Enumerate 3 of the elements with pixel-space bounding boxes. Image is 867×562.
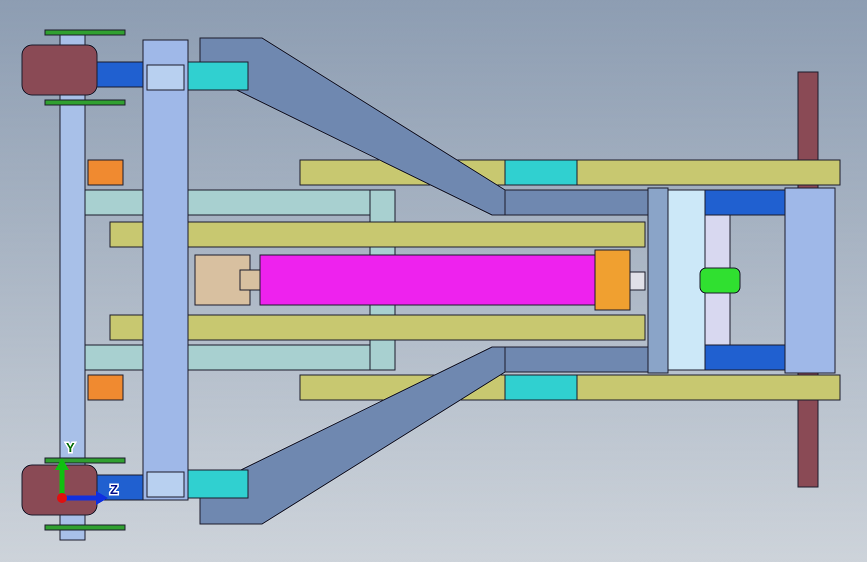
- axis-label: Z: [110, 482, 118, 497]
- axis-label: Y: [66, 440, 75, 455]
- axis-triad-drawing: [55, 458, 108, 505]
